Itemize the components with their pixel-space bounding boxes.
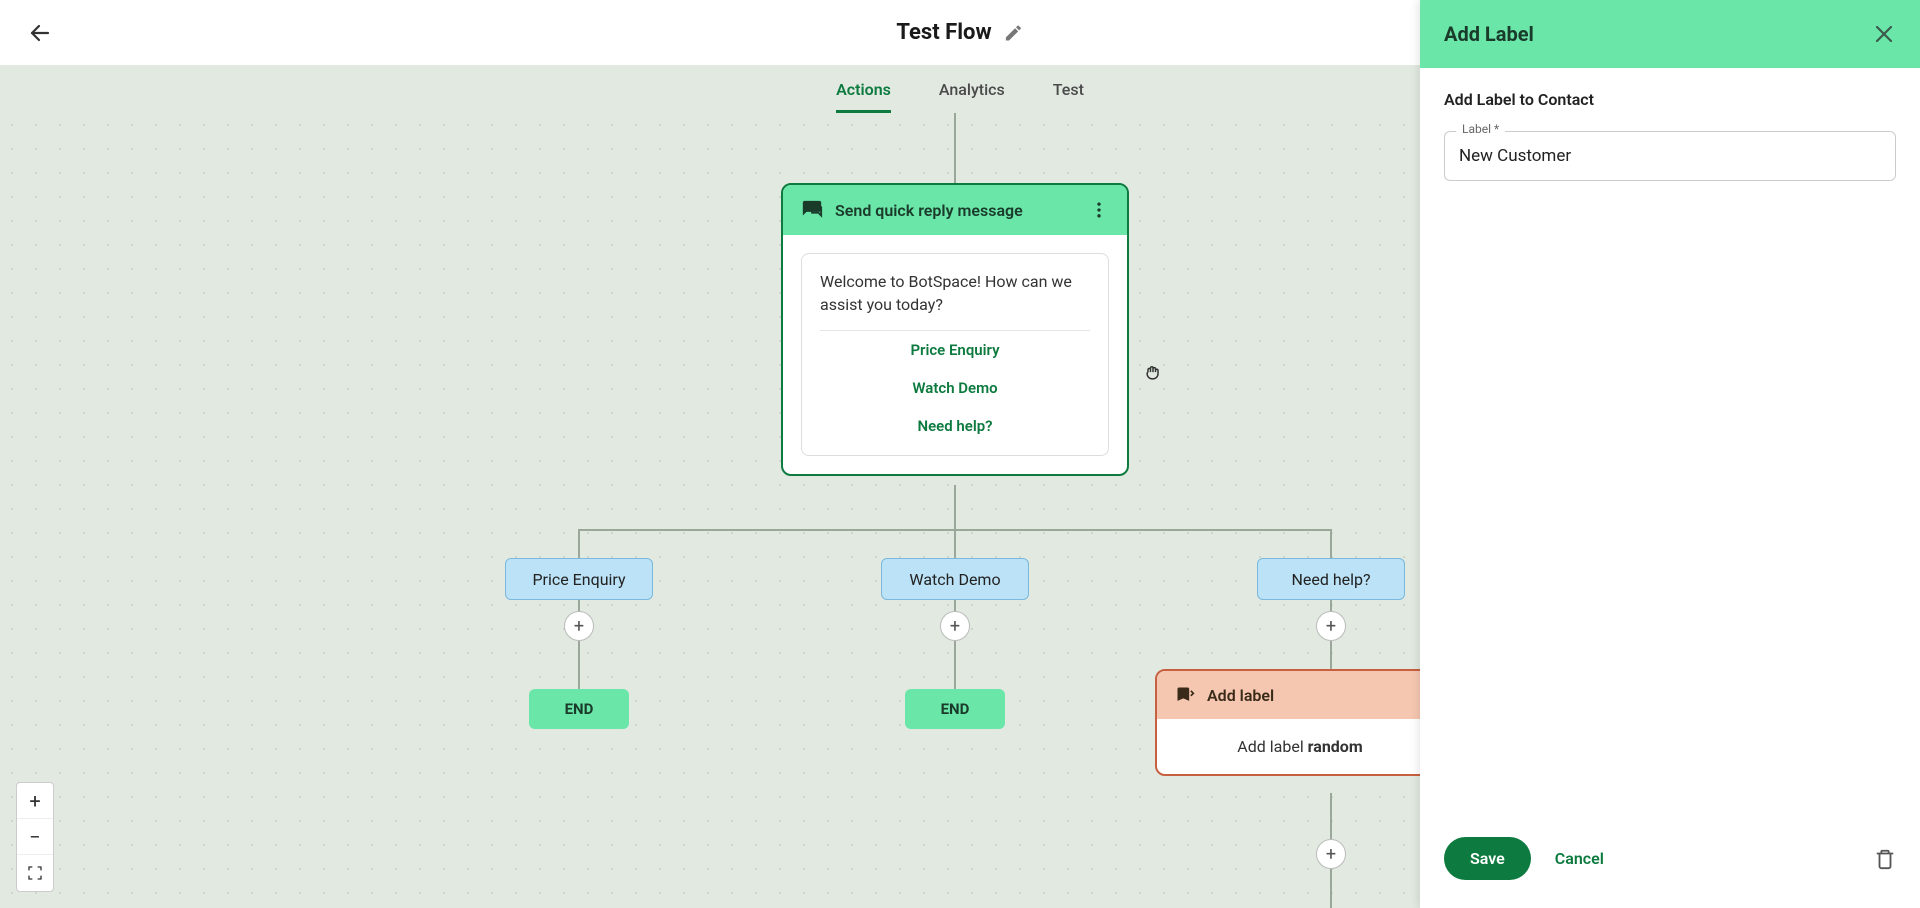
panel-subtitle: Add Label to Contact	[1444, 90, 1896, 109]
connector	[954, 529, 956, 559]
message-text: Welcome to BotSpace! How can we assist y…	[820, 270, 1090, 331]
tab-actions[interactable]: Actions	[836, 68, 891, 111]
card-header: Send quick reply message	[783, 185, 1127, 235]
add-node-button[interactable]: +	[940, 611, 970, 641]
connector	[1330, 529, 1332, 559]
save-button[interactable]: Save	[1444, 837, 1531, 880]
card-body: Add label random	[1157, 719, 1443, 774]
fit-view-button[interactable]	[17, 855, 53, 891]
tab-analytics[interactable]: Analytics	[939, 68, 1005, 111]
title-wrap: Test Flow	[896, 20, 1023, 45]
card-title: Send quick reply message	[835, 201, 1077, 220]
label-input[interactable]	[1444, 131, 1896, 181]
add-node-button[interactable]: +	[1316, 611, 1346, 641]
panel-footer: Save Cancel	[1420, 819, 1920, 908]
card-body: Welcome to BotSpace! How can we assist y…	[783, 235, 1127, 474]
trash-icon[interactable]	[1874, 848, 1896, 870]
message-icon	[801, 199, 823, 221]
tab-test[interactable]: Test	[1053, 68, 1084, 111]
panel-title: Add Label	[1444, 22, 1534, 46]
quick-reply-option[interactable]: Need help?	[820, 407, 1090, 445]
connector	[954, 485, 956, 529]
label-body-value: random	[1308, 737, 1363, 756]
card-title: Add label	[1207, 686, 1274, 705]
quick-reply-option[interactable]: Price Enquiry	[820, 331, 1090, 369]
zoom-out-button[interactable]: −	[17, 819, 53, 855]
branch-chip[interactable]: Need help?	[1257, 558, 1405, 600]
panel-body: Add Label to Contact Label *	[1420, 68, 1920, 819]
panel-header: Add Label	[1420, 0, 1920, 68]
message-bubble: Welcome to BotSpace! How can we assist y…	[801, 253, 1109, 456]
page-title: Test Flow	[896, 20, 991, 45]
close-icon[interactable]	[1872, 22, 1896, 46]
zoom-controls: + −	[16, 782, 54, 892]
back-button[interactable]	[24, 17, 56, 49]
label-body-prefix: Add label	[1237, 737, 1307, 756]
end-node[interactable]: END	[905, 689, 1005, 729]
label-field-wrap: Label *	[1444, 131, 1896, 181]
quick-reply-card[interactable]: Send quick reply message Welcome to BotS…	[781, 183, 1129, 476]
maximize-icon	[27, 865, 43, 881]
field-label: Label *	[1456, 122, 1505, 136]
quick-reply-option[interactable]: Watch Demo	[820, 369, 1090, 407]
add-node-button[interactable]: +	[564, 611, 594, 641]
side-panel: Add Label Add Label to Contact Label * S…	[1420, 0, 1920, 908]
connector	[954, 113, 956, 183]
edit-icon[interactable]	[1004, 23, 1024, 43]
branch-chip[interactable]: Watch Demo	[881, 558, 1029, 600]
card-header: Add label	[1157, 671, 1443, 719]
branch-chip[interactable]: Price Enquiry	[505, 558, 653, 600]
label-icon	[1175, 685, 1195, 705]
connector	[578, 529, 580, 559]
cancel-button[interactable]: Cancel	[1555, 849, 1604, 868]
more-vertical-icon[interactable]	[1089, 200, 1109, 220]
grab-cursor-icon	[1143, 363, 1163, 383]
add-node-button[interactable]: +	[1316, 839, 1346, 869]
zoom-in-button[interactable]: +	[17, 783, 53, 819]
end-node[interactable]: END	[529, 689, 629, 729]
arrow-left-icon	[28, 21, 52, 45]
add-label-card[interactable]: Add label Add label random	[1155, 669, 1445, 776]
